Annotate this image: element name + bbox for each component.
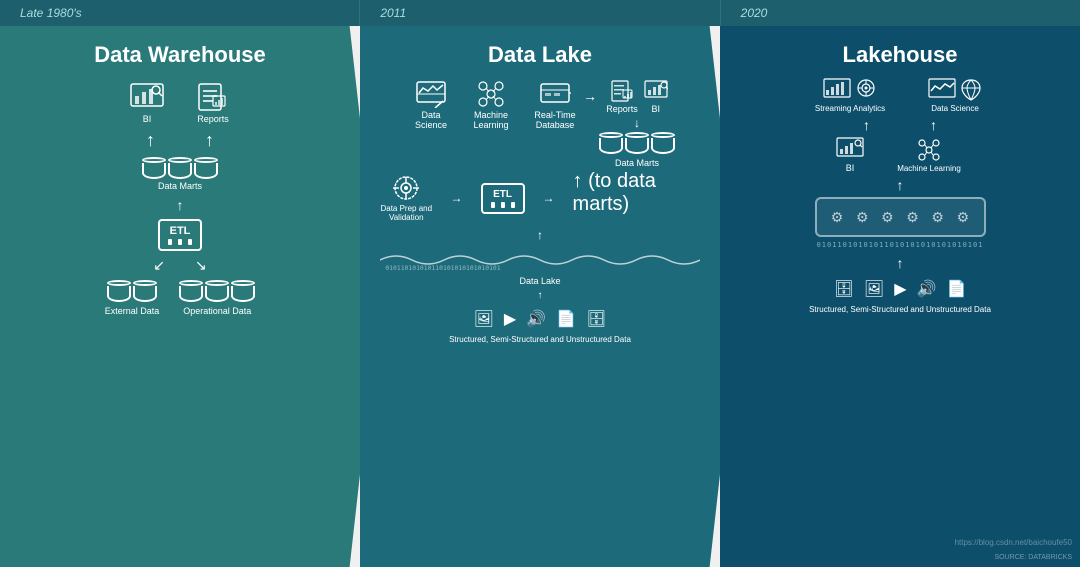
gear6: ⚙: [957, 209, 970, 226]
wh-arrow2: ↑: [177, 197, 184, 213]
title-warehouse: Data Warehouse: [94, 42, 266, 68]
wh-reports: Reports: [195, 82, 231, 124]
wh-datamarts: Data Marts: [142, 157, 218, 191]
lakehouse-layout: Streaming Analytics: [805, 78, 995, 314]
title-lakehouse: Lakehouse: [843, 42, 958, 68]
main-container: Late 1980's 2011 2020 Data Warehouse: [0, 0, 1080, 567]
lh-arrows: ↑↑: [863, 117, 937, 133]
wh-datamarts-label: Data Marts: [158, 181, 202, 191]
dl-wave: 010110101010110101010101010101: [380, 248, 700, 272]
dl-rtdb: Real-Time Database: [529, 80, 581, 130]
wh-operational-data: Operational Data: [179, 280, 255, 316]
wh-arrows-down: ↙↘: [153, 257, 206, 274]
lh-arrow-up2: ↑: [897, 255, 904, 271]
wh-etl: ETL: [158, 219, 202, 251]
wh-external-label: External Data: [105, 306, 160, 316]
wh-bi: BI: [129, 82, 165, 124]
gear5: ⚙: [931, 209, 944, 226]
lh-belt: ⚙ ⚙ ⚙ ⚙ ⚙ ⚙: [815, 197, 986, 237]
lh-streaming: Streaming Analytics: [805, 78, 895, 113]
dl-reports: Reports: [606, 80, 638, 114]
wh-operational-label: Operational Data: [183, 306, 251, 316]
wh-reports-label: Reports: [197, 114, 229, 124]
dl-source-icons: 🖼 ▶ 🔊 📄 🗄: [474, 309, 607, 329]
dl-bi: BI: [644, 80, 668, 114]
dl-etl: ETL: [481, 183, 525, 214]
dl-source-label: Structured, Semi-Structured and Unstruct…: [449, 335, 631, 344]
era-row: Late 1980's 2011 2020: [0, 0, 1080, 26]
svg-text:010110101010110101010101010101: 010110101010110101010101010101: [385, 265, 501, 272]
dl-data-science: Data Science: [405, 80, 457, 130]
era-lake: 2011: [360, 0, 720, 26]
panel-lake: Data Lake Data Science: [360, 26, 740, 567]
wh-external-data: External Data: [105, 280, 160, 316]
gear4: ⚙: [906, 209, 919, 226]
dl-datamarts: Data Marts: [599, 132, 675, 168]
era-lakehouse: 2020: [721, 0, 1080, 26]
dl-reports-label: Reports: [606, 104, 638, 114]
dl-lake-label: Data Lake: [519, 276, 560, 286]
lh-ml-label: Machine Learning: [897, 164, 961, 173]
warehouse-layout: BI Reports: [105, 78, 256, 316]
lh-source-icons: 🗄 🖼 ▶ 🔊 📄: [834, 279, 967, 299]
dl-ds-label: Data Science: [405, 110, 457, 130]
lh-binary: 01011010101011010101010101010101: [817, 241, 984, 249]
panel-lakehouse: Lakehouse: [720, 26, 1080, 567]
dl-datamarts-label: Data Marts: [615, 158, 659, 168]
gear2: ⚙: [856, 209, 869, 226]
dl-etl-label: ETL: [493, 189, 512, 200]
dl-ml: Machine Learning: [465, 80, 517, 130]
dl-bi-label: BI: [651, 104, 660, 114]
dl-ml-label: Machine Learning: [465, 110, 517, 130]
dl-data-prep: Data Prep and Validation: [380, 174, 433, 222]
diagram-area: Data Warehouse BI: [0, 26, 1080, 567]
lh-streaming-label: Streaming Analytics: [815, 104, 885, 113]
wh-etl-label: ETL: [170, 225, 191, 237]
dl-dataprep-label: Data Prep and Validation: [380, 204, 433, 222]
url-watermark: https://blog.csdn.net/baichoufe50: [955, 538, 1072, 547]
lh-bi: BI: [836, 137, 864, 173]
lh-source-label: Structured, Semi-Structured and Unstruct…: [809, 305, 991, 314]
gear1: ⚙: [831, 209, 844, 226]
era-warehouse: Late 1980's: [0, 0, 360, 26]
wh-bi-label: BI: [143, 114, 152, 124]
lh-bi-label: BI: [846, 163, 855, 173]
gear3: ⚙: [881, 209, 894, 226]
lh-data-science: Data Science: [915, 78, 995, 113]
title-lake: Data Lake: [488, 42, 592, 68]
lh-ml: Machine Learning: [894, 138, 964, 173]
dl-rtdb-label: Real-Time Database: [529, 110, 581, 130]
lh-ds-label: Data Science: [931, 104, 979, 113]
source-watermark: SOURCE: DATABRICKS: [994, 554, 1072, 561]
lh-arrow-up: ↑: [897, 177, 904, 193]
lake-layout: Data Science: [380, 78, 700, 344]
wh-arrow-up: ↑↑: [146, 130, 214, 151]
panel-warehouse: Data Warehouse BI: [0, 26, 380, 567]
